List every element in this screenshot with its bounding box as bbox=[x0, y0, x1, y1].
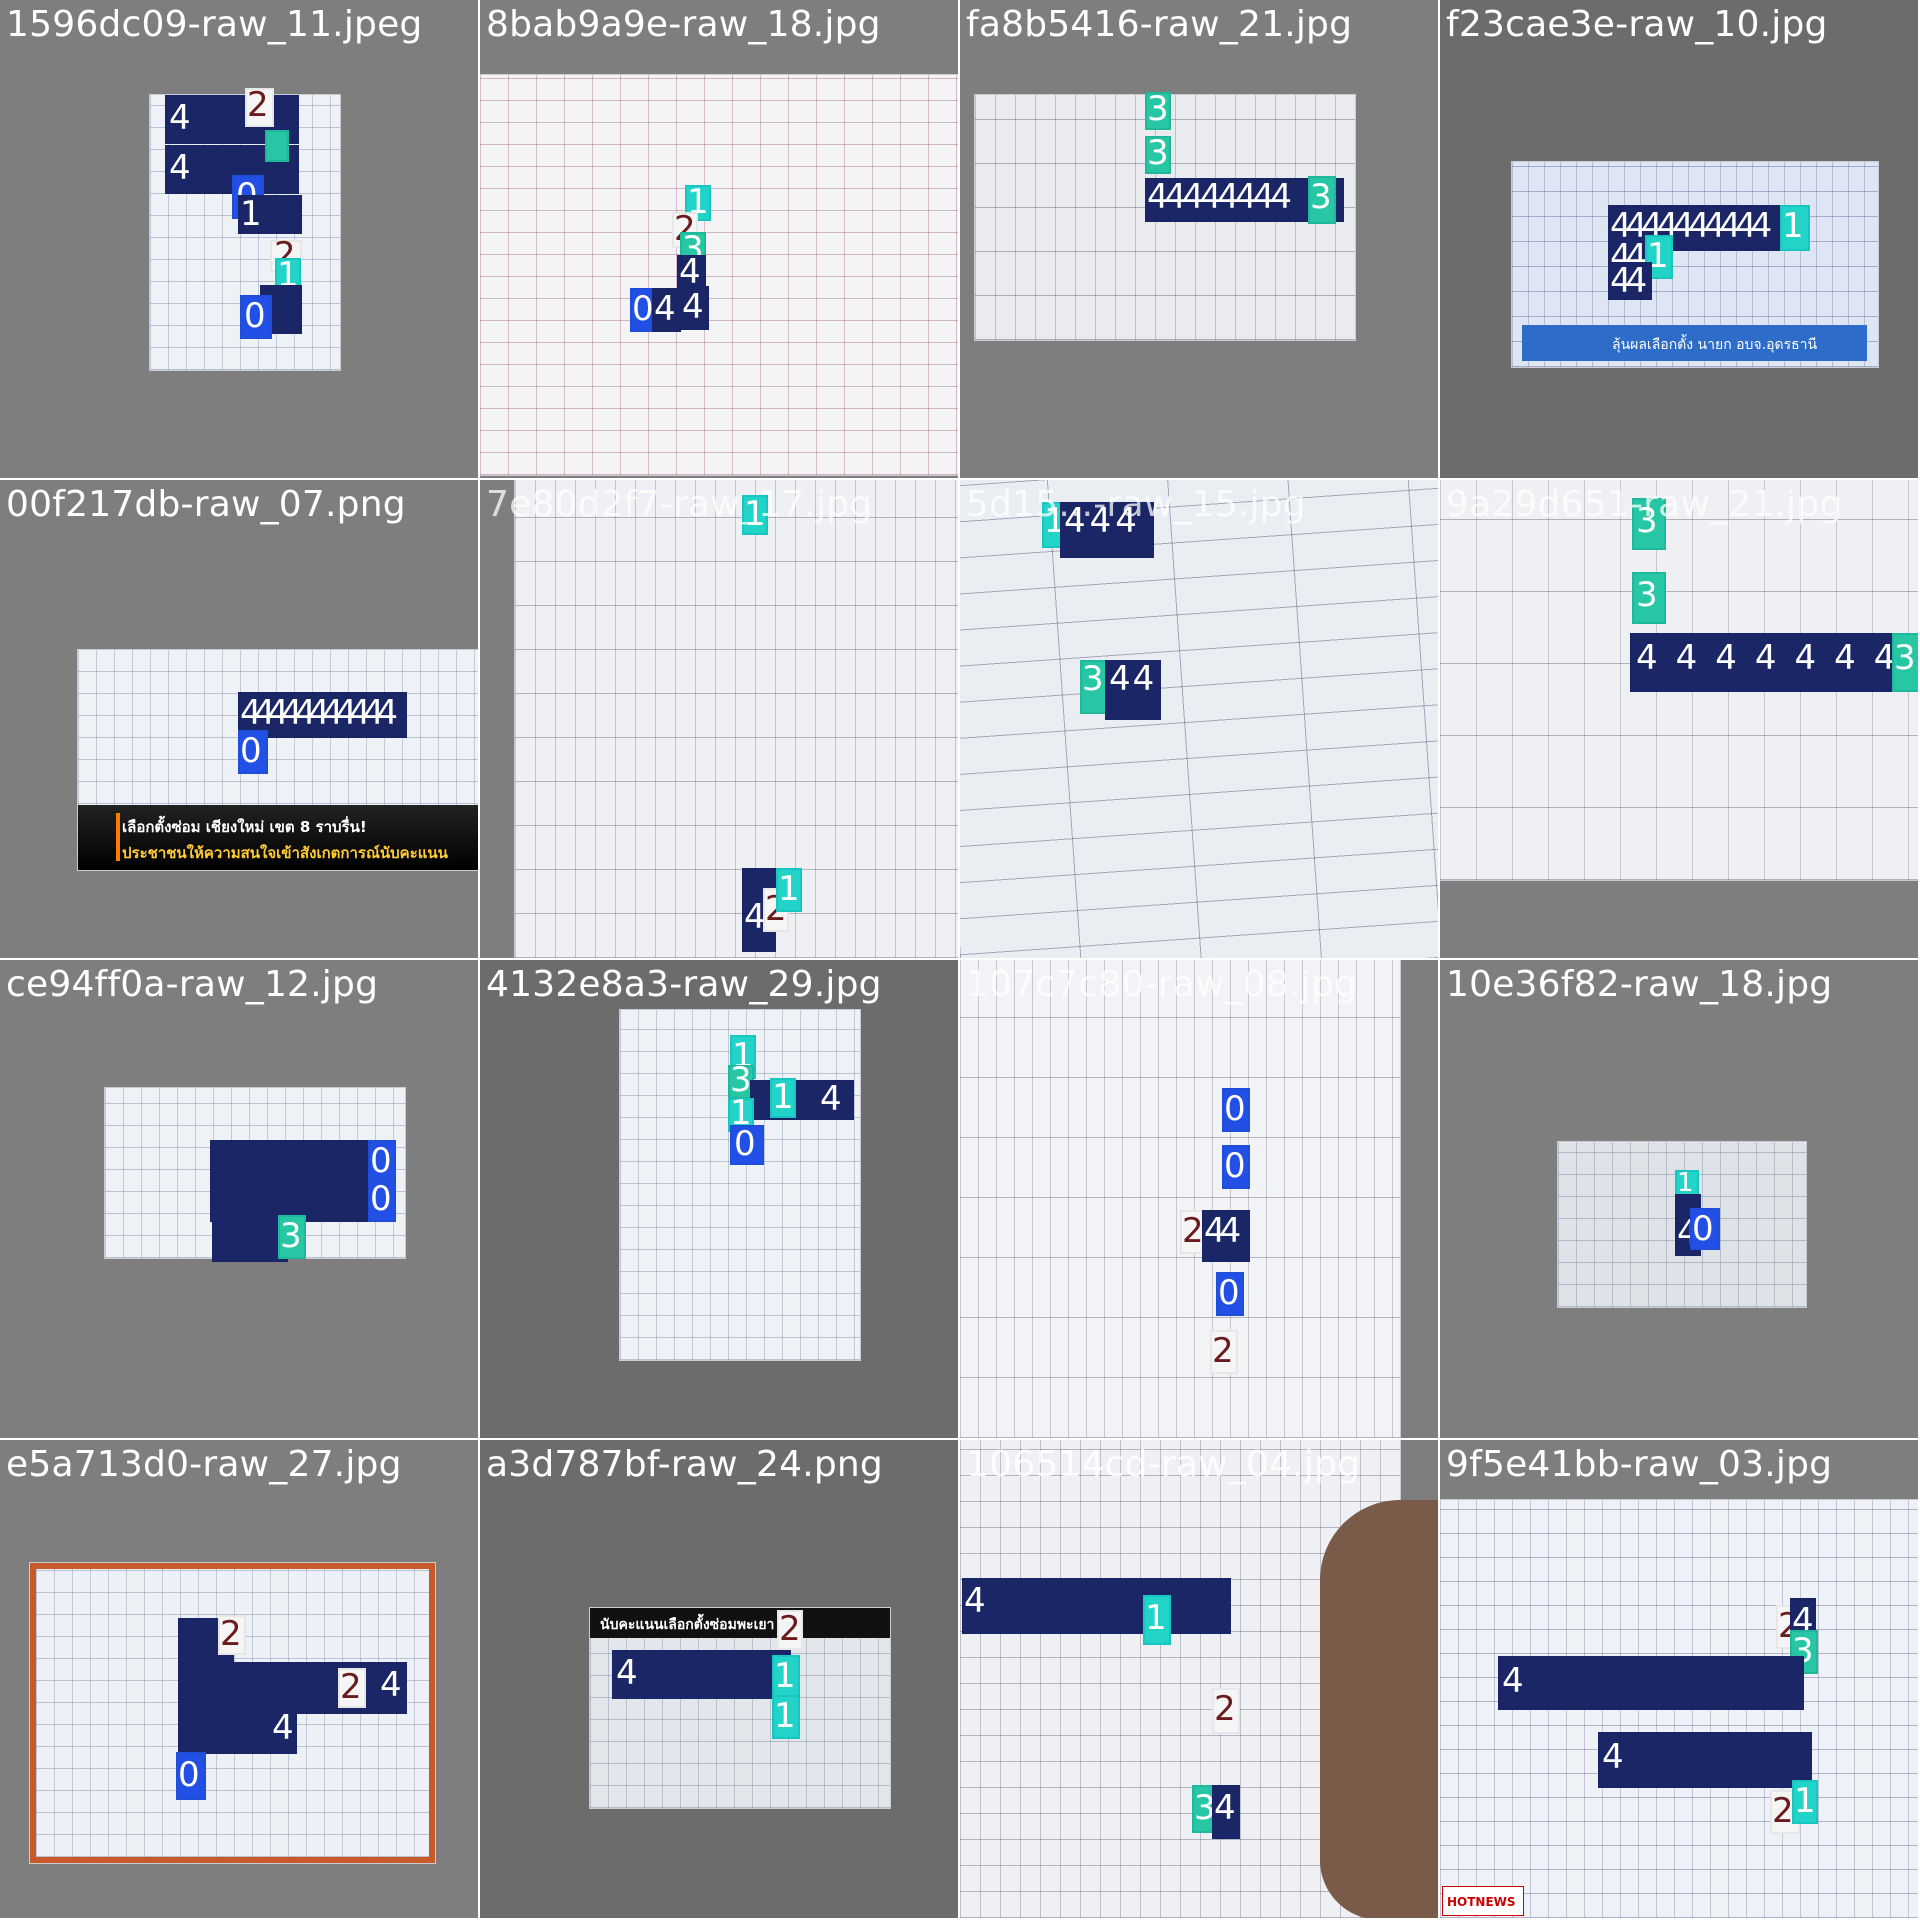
detection-box: 1 bbox=[1143, 1595, 1171, 1645]
tile-filename: ce94ff0a-raw_12.jpg bbox=[6, 964, 379, 1005]
detection-box: 1 bbox=[772, 1655, 800, 1699]
tile-107c7c80[interactable]: 107c7c80-raw_08.jpg 0 0 2 44 0 2 bbox=[960, 960, 1438, 1438]
tile-filename: 106514cd-raw_04.jpg bbox=[966, 1444, 1361, 1485]
detection-box: 2 bbox=[338, 1668, 366, 1708]
document-photo bbox=[960, 480, 1438, 958]
detection-box: 2 bbox=[245, 88, 274, 127]
tile-filename: 9f5e41bb-raw_03.jpg bbox=[1446, 1444, 1833, 1485]
document-photo bbox=[515, 480, 958, 958]
detection-box: 0 bbox=[240, 295, 272, 339]
detection-box: 44 bbox=[1608, 262, 1652, 300]
tile-filename: 5d15...-raw_15.jpg bbox=[966, 484, 1306, 525]
news-caption: เลือกตั้งซ่อม เชียงใหม่ เขต 8 ราบรื่น! ป… bbox=[78, 805, 478, 870]
tile-filename: a3d787bf-raw_24.png bbox=[486, 1444, 883, 1485]
detection-box: 0 bbox=[1690, 1208, 1720, 1250]
person-silhouette bbox=[1320, 1500, 1438, 1918]
detection-box bbox=[265, 130, 289, 162]
tile-filename: 00f217db-raw_07.png bbox=[6, 484, 406, 525]
tile-filename: f23cae3e-raw_10.jpg bbox=[1446, 4, 1828, 45]
detection-box: 3 bbox=[1892, 633, 1918, 692]
tile-filename: 1596dc09-raw_11.jpeg bbox=[6, 4, 423, 45]
tile-filename: 4132e8a3-raw_29.jpg bbox=[486, 964, 882, 1005]
news-banner: ลุ้นผลเลือกตั้ง นายก อบจ.อุดรธานี bbox=[1522, 325, 1867, 361]
tile-filename: 107c7c80-raw_08.jpg bbox=[966, 964, 1358, 1005]
detection-box: 44 bbox=[1105, 660, 1161, 720]
tile-filename: fa8b5416-raw_21.jpg bbox=[966, 4, 1353, 45]
tile-filename: e5a713d0-raw_27.jpg bbox=[6, 1444, 402, 1485]
detection-box: 0 bbox=[730, 1125, 764, 1165]
detection-box: 3 bbox=[1145, 92, 1171, 130]
detection-box: 4 bbox=[178, 1705, 297, 1754]
detection-box: 2 bbox=[777, 1610, 803, 1650]
detection-box: 1 bbox=[770, 1078, 796, 1118]
detection-box: 0 bbox=[1222, 1088, 1250, 1132]
detection-box: 44444444 bbox=[1630, 633, 1918, 692]
detection-box: 3 bbox=[1308, 176, 1336, 224]
tile-e5a713d0[interactable]: e5a713d0-raw_27.jpg 2 4 2 4 0 bbox=[0, 1440, 478, 1918]
news-caption: นับคะแนนเลือกตั้งซ่อมพะเยา bbox=[590, 1608, 890, 1638]
detection-box: 0 bbox=[176, 1752, 206, 1800]
tile-f23cae3e[interactable]: f23cae3e-raw_10.jpg 4444444444 1 44 1 44… bbox=[1440, 0, 1918, 478]
detection-box: 2 bbox=[1212, 1688, 1240, 1734]
tile-5d15[interactable]: 5d15...-raw_15.jpg 1 444 3 44 bbox=[960, 480, 1438, 958]
mosaic-grid: 1596dc09-raw_11.jpeg 4 2 4 0 1 2 1 0 8ba… bbox=[0, 0, 1920, 1920]
detection-box: 3 bbox=[278, 1215, 306, 1259]
detection-box: 4 bbox=[750, 1080, 854, 1120]
detection-box: 4 bbox=[1212, 1785, 1240, 1839]
hotnews-logo: HOTNEWS bbox=[1442, 1886, 1524, 1916]
tile-filename: 8bab9a9e-raw_18.jpg bbox=[486, 4, 881, 45]
document-photo bbox=[960, 960, 1400, 1438]
tile-00f217db[interactable]: 00f217db-raw_07.png 44444444444 0 เลือกต… bbox=[0, 480, 478, 958]
detection-box: 0 bbox=[1216, 1272, 1244, 1316]
detection-box: 1 bbox=[776, 868, 802, 912]
tile-106514cd[interactable]: 106514cd-raw_04.jpg 4 1 2 3 4 bbox=[960, 1440, 1438, 1918]
detection-box: 1 bbox=[1780, 205, 1810, 251]
detection-box: 4 bbox=[652, 288, 681, 332]
tile-8bab9a9e[interactable]: 8bab9a9e-raw_18.jpg 1 2 3 4 0 4 4 bbox=[480, 0, 958, 478]
detection-box: 1 bbox=[772, 1695, 800, 1739]
detection-box: 2 bbox=[218, 1615, 246, 1655]
tile-9f5e41bb[interactable]: 9f5e41bb-raw_03.jpg 2 4 3 4 4 2 1 HOTNEW… bbox=[1440, 1440, 1918, 1918]
tile-filename: 10e36f82-raw_18.jpg bbox=[1446, 964, 1833, 1005]
detection-box: 1 bbox=[1792, 1780, 1818, 1824]
detection-box: 1 bbox=[238, 195, 302, 234]
detection-box: 3 bbox=[1632, 572, 1666, 624]
detection-box: 3 bbox=[1145, 136, 1171, 174]
tile-ce94ff0a[interactable]: ce94ff0a-raw_12.jpg 0 0 3 bbox=[0, 960, 478, 1438]
detection-box: 2 bbox=[1210, 1330, 1238, 1374]
detection-box: 4 bbox=[962, 1578, 1231, 1634]
tile-1596dc09[interactable]: 1596dc09-raw_11.jpeg 4 2 4 0 1 2 1 0 bbox=[0, 0, 478, 478]
tile-4132e8a3[interactable]: 4132e8a3-raw_29.jpg 1 3 4 1 1 0 bbox=[480, 960, 958, 1438]
detection-box: 0 bbox=[1222, 1145, 1250, 1189]
document-photo bbox=[480, 75, 958, 475]
tile-fa8b5416[interactable]: fa8b5416-raw_21.jpg 3 3 44444444 3 bbox=[960, 0, 1438, 478]
tile-10e36f82[interactable]: 10e36f82-raw_18.jpg 1 4 0 bbox=[1440, 960, 1918, 1438]
detection-box: 4 bbox=[612, 1650, 791, 1699]
detection-box: 0 bbox=[238, 730, 268, 774]
detection-box: 3 bbox=[1080, 660, 1108, 714]
tile-a3d787bf[interactable]: a3d787bf-raw_24.png นับคะแนนเลือกตั้งซ่อ… bbox=[480, 1440, 958, 1918]
detection-box: 4 bbox=[1598, 1732, 1812, 1788]
tile-filename: 9a29d651-raw_21.jpg bbox=[1446, 484, 1843, 525]
detection-box: 0 bbox=[368, 1178, 396, 1222]
tile-7e80d2f7[interactable]: 7e80d2f7-raw_17.jpg 1 4 2 1 bbox=[480, 480, 958, 958]
detection-box: 44 bbox=[1202, 1210, 1250, 1262]
detection-box bbox=[212, 1222, 288, 1262]
video-frame bbox=[590, 1608, 890, 1808]
detection-box: 4 bbox=[680, 286, 709, 330]
detection-box: 4 bbox=[1498, 1656, 1804, 1710]
tile-9a29d651[interactable]: 9a29d651-raw_21.jpg 3 3 44444444 3 bbox=[1440, 480, 1918, 958]
tile-filename: 7e80d2f7-raw_17.jpg bbox=[486, 484, 873, 525]
